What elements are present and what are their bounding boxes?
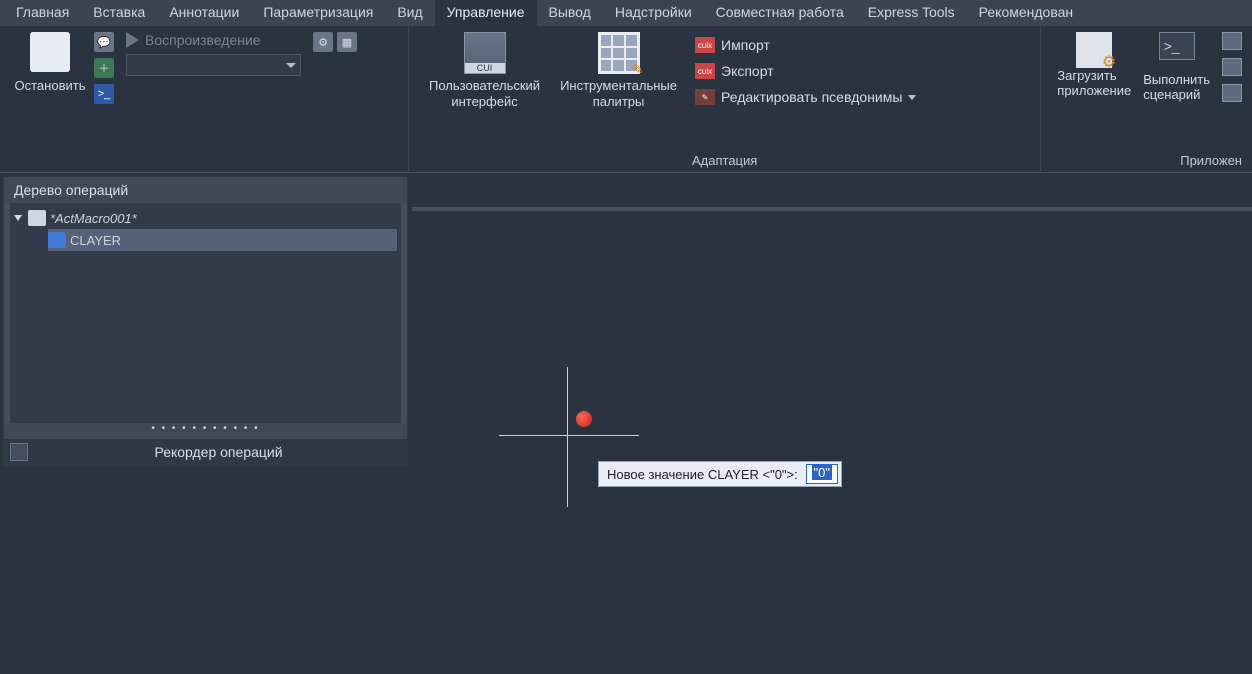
command-prompt-tooltip: Новое значение CLAYER <"0">: "0" xyxy=(598,461,842,487)
palettes-label-2: палитры xyxy=(593,94,645,109)
arx-icon[interactable] xyxy=(1222,84,1242,102)
stop-icon xyxy=(30,32,70,72)
load-app-icon: ⚙ xyxy=(1076,32,1112,68)
run-script-button[interactable]: >_ Выполнить сценарий xyxy=(1143,32,1210,102)
palettes-label-1: Инструментальные xyxy=(560,78,677,93)
import-label: Импорт xyxy=(721,37,770,53)
cuix-import-icon: cuix xyxy=(695,37,715,53)
play-button[interactable]: Воспроизведение xyxy=(126,32,301,48)
command-prompt-text: Новое значение CLAYER <"0">: xyxy=(599,467,806,482)
terminal-icon: >_ xyxy=(1159,32,1195,60)
operation-tree[interactable]: *ActMacro001* CLAYER xyxy=(10,203,401,423)
palettes-icon xyxy=(598,32,640,74)
menu-item-addins[interactable]: Надстройки xyxy=(603,0,704,26)
macro-manage-icon[interactable]: ▦ xyxy=(337,32,357,52)
apps-extra-buttons xyxy=(1222,32,1242,102)
recording-dot-icon xyxy=(576,411,592,427)
apps-group-label: Приложен xyxy=(1051,150,1242,172)
cuix-export-icon: cuix xyxy=(695,63,715,79)
recorder-extra-buttons-2: ▦ xyxy=(337,32,357,52)
play-label: Воспроизведение xyxy=(145,32,261,48)
menu-item-insert[interactable]: Вставка xyxy=(81,0,157,26)
tree-macro-row[interactable]: *ActMacro001* xyxy=(14,207,397,229)
menu-item-home[interactable]: Главная xyxy=(4,0,81,26)
menu-item-express[interactable]: Express Tools xyxy=(856,0,967,26)
cui-button[interactable]: Пользовательский интерфейс xyxy=(429,32,540,109)
cui-label-1: Пользовательский xyxy=(429,78,540,93)
macro-name: *ActMacro001* xyxy=(50,211,137,226)
palettes-button[interactable]: Инструментальные палитры xyxy=(560,32,677,109)
panel-header: Дерево операций xyxy=(4,177,407,203)
tree-child-label: CLAYER xyxy=(70,233,121,248)
export-label: Экспорт xyxy=(721,63,774,79)
macro-dropdown[interactable] xyxy=(126,54,301,76)
add-step-icon[interactable]: ＋ xyxy=(94,58,114,78)
recorder-group-label xyxy=(10,165,398,172)
adaptation-group-label: Адаптация xyxy=(419,150,1030,172)
panel-footer-icon[interactable] xyxy=(10,443,28,461)
panel-footer-label: Рекордер операций xyxy=(36,444,401,460)
lisp-icon[interactable] xyxy=(1222,58,1242,76)
menu-item-featured[interactable]: Рекомендован xyxy=(967,0,1085,26)
play-icon xyxy=(126,32,139,48)
aliases-icon: ✎ xyxy=(695,89,715,105)
macro-options-icon[interactable]: ⚙ xyxy=(313,32,333,52)
command-icon xyxy=(48,232,66,248)
vba-icon[interactable] xyxy=(1222,32,1242,50)
ribbon-group-apps: ⚙ Загрузить приложение >_ Выполнить сцен… xyxy=(1040,26,1252,172)
run-script-label-1: Выполнить xyxy=(1143,72,1210,87)
cui-label-2: интерфейс xyxy=(451,94,517,109)
panel-resize-handle[interactable]: • • • • • • • • • • • xyxy=(4,423,407,439)
ribbon: Остановить 💬 ＋ >_ Воспроизведение ⚙ xyxy=(0,26,1252,173)
command-prompt-input[interactable]: "0" xyxy=(806,464,838,484)
aliases-label: Редактировать псевдонимы xyxy=(721,89,902,105)
speech-bubble-icon[interactable]: 💬 xyxy=(94,32,114,52)
console-step-icon[interactable]: >_ xyxy=(94,84,114,104)
menu-item-annotations[interactable]: Аннотации xyxy=(157,0,251,26)
tree-child-clayer[interactable]: CLAYER xyxy=(48,229,397,251)
panel-footer: Рекордер операций xyxy=(4,439,407,465)
stop-record-button[interactable]: Остановить xyxy=(10,32,90,94)
export-button[interactable]: cuix Экспорт xyxy=(695,58,916,84)
ribbon-group-recorder: Остановить 💬 ＋ >_ Воспроизведение ⚙ xyxy=(0,26,408,172)
action-recorder-panel: Дерево операций *ActMacro001* CLAYER • •… xyxy=(3,176,408,466)
load-app-label-2: приложение xyxy=(1057,83,1131,98)
menu-item-manage[interactable]: Управление xyxy=(435,0,537,26)
chevron-down-icon xyxy=(286,63,296,68)
crosshair-horizontal xyxy=(499,435,639,436)
cui-icon xyxy=(464,32,506,74)
menu-item-collab[interactable]: Совместная работа xyxy=(704,0,856,26)
menu-item-output[interactable]: Вывод xyxy=(537,0,603,26)
ribbon-group-adaptation: Пользовательский интерфейс Инструменталь… xyxy=(408,26,1040,172)
import-button[interactable]: cuix Импорт xyxy=(695,32,916,58)
menu-item-view[interactable]: Вид xyxy=(385,0,434,26)
recorder-small-buttons: 💬 ＋ >_ xyxy=(94,32,114,104)
menu-bar: Главная Вставка Аннотации Параметризация… xyxy=(0,0,1252,26)
stop-label: Остановить xyxy=(15,78,86,94)
macro-icon xyxy=(28,210,46,226)
load-app-button[interactable]: ⚙ Загрузить приложение xyxy=(1057,32,1131,98)
crosshair-vertical xyxy=(567,367,568,507)
run-script-label-2: сценарий xyxy=(1143,87,1200,102)
recorder-extra-buttons: ⚙ xyxy=(313,32,333,52)
aliases-button[interactable]: ✎ Редактировать псевдонимы xyxy=(695,84,916,110)
expand-icon[interactable] xyxy=(14,215,22,221)
menu-item-param[interactable]: Параметризация xyxy=(251,0,385,26)
